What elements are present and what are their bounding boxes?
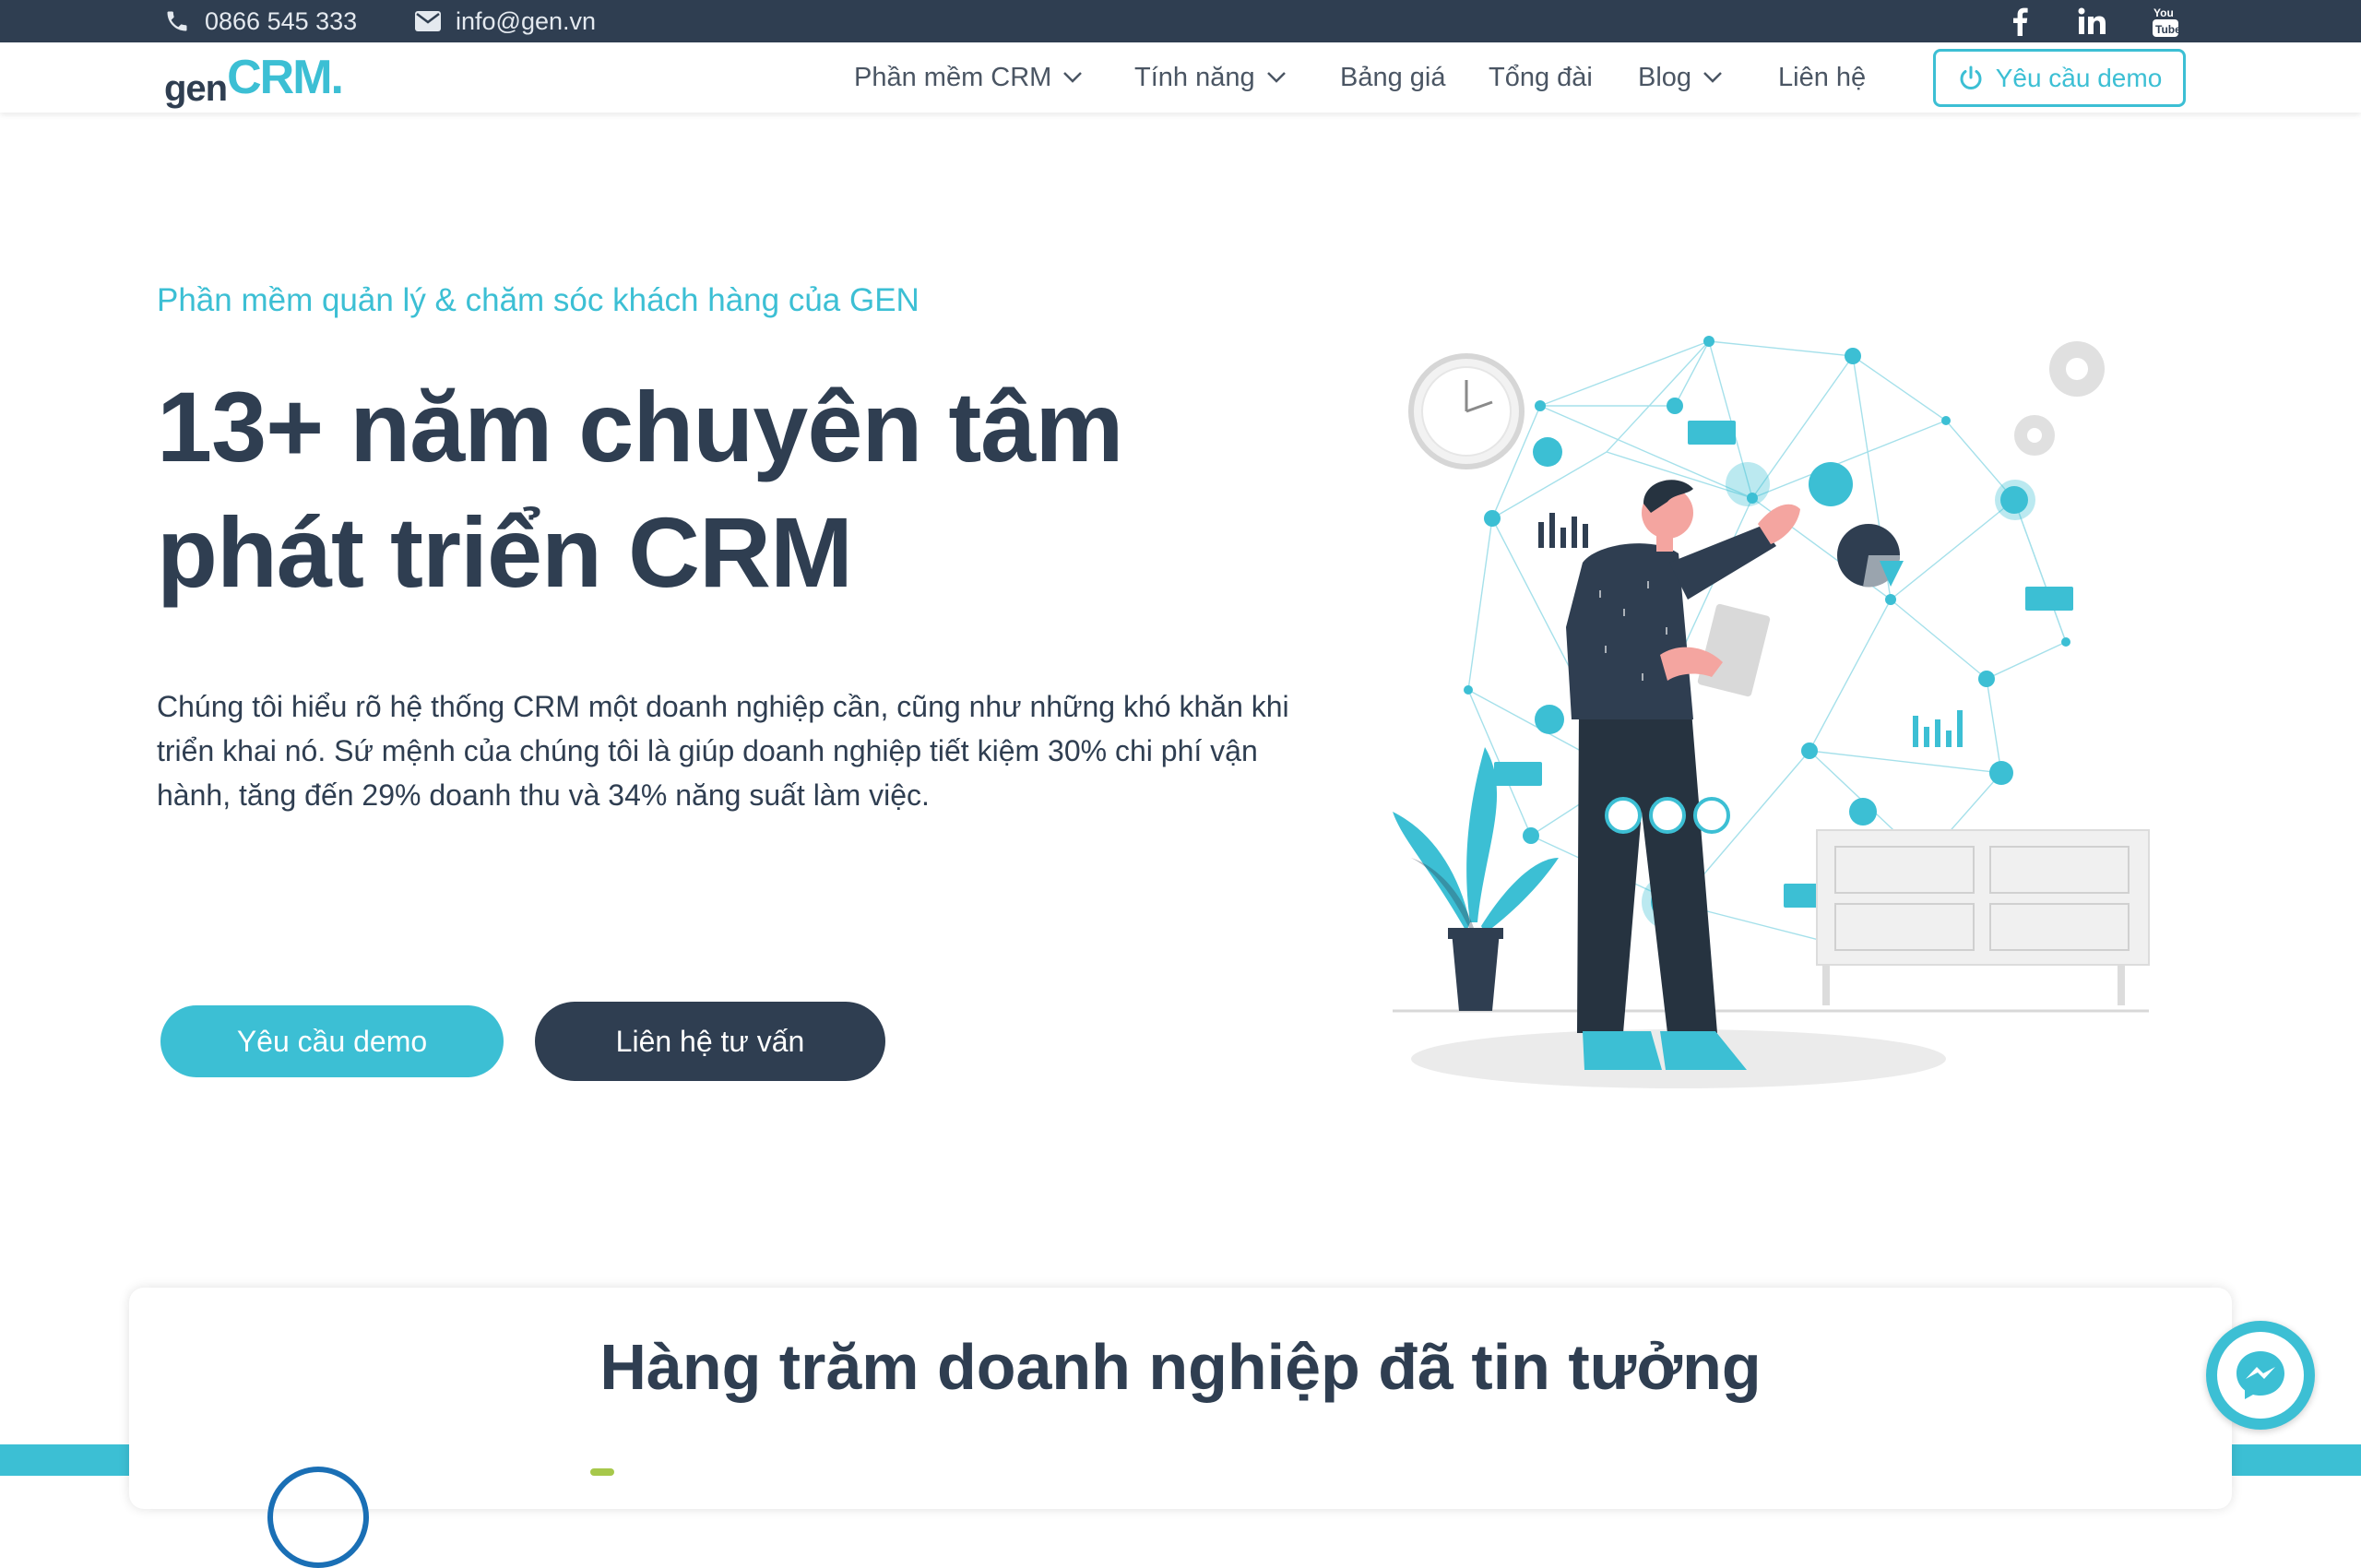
facebook-icon: [2013, 7, 2028, 36]
hero-eyebrow: Phần mềm quản lý & chăm sóc khách hàng c…: [157, 282, 919, 318]
youtube-icon: You Tube: [2153, 6, 2179, 37]
logo-crm-text: CRM: [227, 51, 332, 104]
nav-label: Phần mềm CRM: [854, 62, 1052, 92]
trust-section-card: Hàng trăm doanh nghiệp đã tin tưởng: [129, 1288, 2232, 1568]
messenger-inner: [2217, 1332, 2304, 1419]
nav-label: Bảng giá: [1340, 62, 1446, 92]
phone-contact[interactable]: 0866 545 333: [164, 0, 357, 42]
messenger-icon: [2236, 1351, 2284, 1399]
power-icon: [1960, 65, 1982, 89]
svg-text:Tube: Tube: [2155, 23, 2179, 36]
envelope-icon: [415, 11, 441, 31]
nav-item-lien-he[interactable]: Liên hệ: [1778, 42, 1866, 113]
email-contact[interactable]: info@gen.vn: [415, 0, 596, 42]
nav-demo-button[interactable]: Yêu cầu demo: [1933, 49, 2186, 107]
svg-text:You: You: [2153, 6, 2174, 19]
messenger-chat-button[interactable]: [2206, 1321, 2315, 1430]
teal-strip-left: [0, 1444, 129, 1476]
nav-demo-label: Yêu cầu demo: [1995, 63, 2163, 92]
hero-headline-line-1: 13+ năm chuyên tâm: [157, 371, 1123, 482]
hero-headline-line-2: phát triển CRM: [157, 496, 853, 608]
gencrm-logo[interactable]: gen CRM .: [164, 50, 344, 109]
hero-illustration: [1393, 336, 2150, 1088]
nav-item-tinh-nang[interactable]: Tính năng: [1134, 42, 1287, 113]
logo-gen: gen: [164, 68, 228, 109]
client-logo: [590, 1468, 614, 1476]
client-logo: [267, 1467, 369, 1568]
youtube-link[interactable]: You Tube: [2147, 0, 2184, 42]
hero-headline: 13+ năm chuyên tâm phát triển CRM: [157, 364, 1356, 615]
facebook-link[interactable]: [2001, 0, 2038, 42]
logo-crm: CRM: [227, 50, 332, 105]
chevron-down-icon: [1063, 72, 1083, 83]
linkedin-link[interactable]: [2073, 0, 2110, 42]
phone-icon: [167, 11, 187, 31]
linkedin-icon: [2078, 7, 2106, 34]
nav-item-phan-mem-crm[interactable]: Phần mềm CRM: [854, 42, 1083, 113]
contact-consult-button[interactable]: Liên hệ tư vấn: [535, 1002, 885, 1081]
nav-item-tong-dai[interactable]: Tổng đài: [1489, 42, 1593, 113]
teal-strip-right: [2232, 1444, 2361, 1476]
email-address: info@gen.vn: [456, 6, 597, 35]
nav-label: Blog: [1638, 62, 1692, 92]
logo-dot: .: [330, 51, 344, 104]
nav-item-bang-gia[interactable]: Bảng giá: [1340, 42, 1446, 113]
nav-label: Tính năng: [1134, 62, 1255, 92]
main-navbar: gen CRM . Phần mềm CRM Tính năng Bảng gi…: [0, 42, 2361, 113]
request-demo-button[interactable]: Yêu cầu demo: [160, 1005, 504, 1077]
top-bar: 0866 545 333 info@gen.vn You Tube: [0, 0, 2361, 42]
nav-item-blog[interactable]: Blog: [1638, 42, 1723, 113]
hero-lead-paragraph: Chúng tôi hiểu rõ hệ thống CRM một doanh…: [157, 690, 1289, 812]
phone-number: 0866 545 333: [205, 6, 358, 35]
trust-title: Hàng trăm doanh nghiệp đã tin tưởng: [599, 1331, 1762, 1403]
chevron-down-icon: [1703, 72, 1722, 83]
nav-label: Liên hệ: [1778, 62, 1867, 92]
nav-label: Tổng đài: [1489, 62, 1593, 92]
chevron-down-icon: [1266, 72, 1286, 83]
